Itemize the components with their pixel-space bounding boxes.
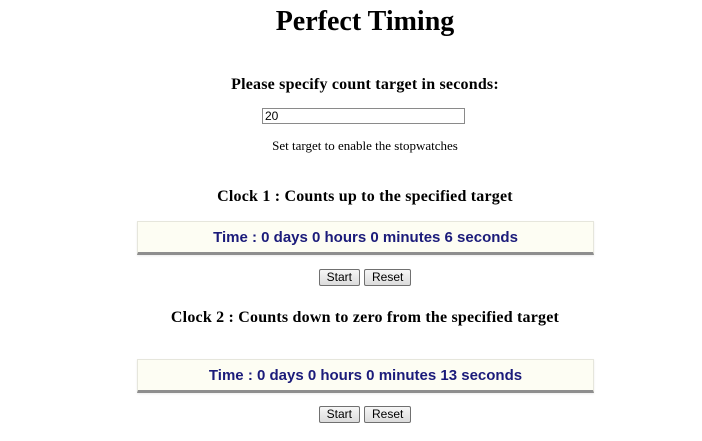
- clock2-time-display: Time : 0 days 0 hours 0 minutes 13 secon…: [137, 359, 594, 393]
- page-title: Perfect Timing: [275, 6, 455, 37]
- target-prompt: Please specify count target in seconds:: [231, 76, 499, 93]
- target-hint: Set target to enable the stopwatches: [272, 138, 458, 153]
- clock1-start-button[interactable]: Start: [318, 269, 360, 286]
- clock2-heading-wrapper: Clock 2 : Counts down to zero from the s…: [0, 309, 702, 327]
- clock2-start-button[interactable]: Start: [318, 406, 360, 423]
- clock1-heading: Clock 1 : Counts up to the specified tar…: [217, 188, 513, 205]
- clock1-controls: Start Reset: [0, 269, 702, 286]
- clock2-heading: Clock 2 : Counts down to zero from the s…: [170, 309, 560, 326]
- clock1-time-display: Time : 0 days 0 hours 0 minutes 6 second…: [137, 221, 594, 255]
- clock2-reset-button[interactable]: Reset: [363, 406, 412, 423]
- clock2-controls: Start Reset: [0, 406, 702, 423]
- page: Perfect Timing Please specify count targ…: [0, 0, 702, 441]
- clock1-reset-button[interactable]: Reset: [363, 269, 412, 286]
- target-seconds-input[interactable]: [262, 108, 465, 124]
